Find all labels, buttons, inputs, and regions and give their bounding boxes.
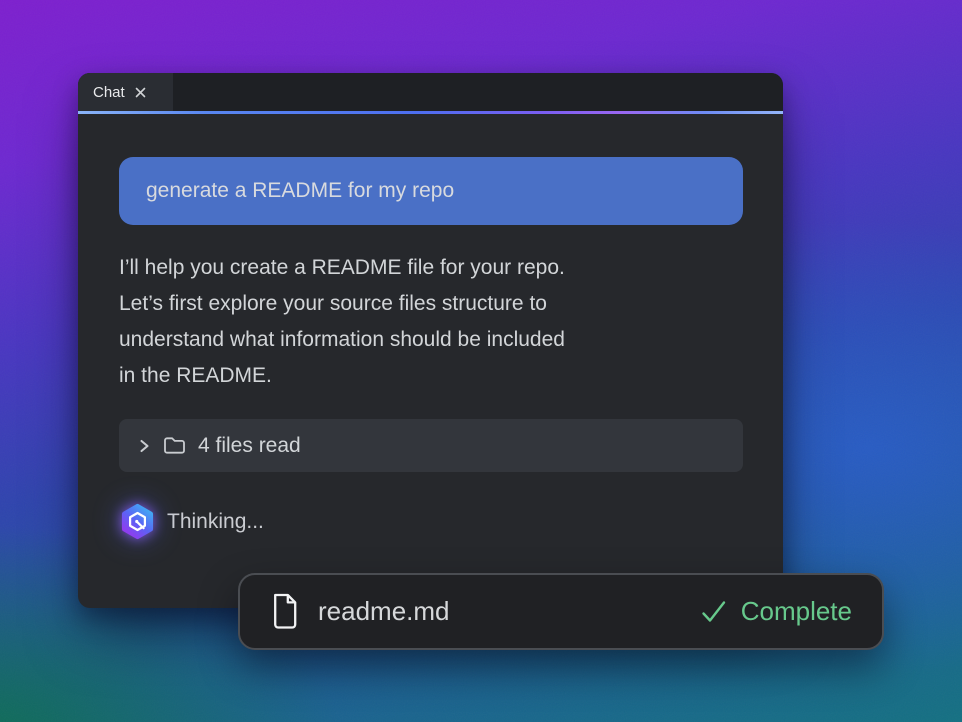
files-read-expander[interactable]: 4 files read [119, 419, 743, 472]
status-complete-label: Complete [741, 596, 852, 627]
assistant-message-line: understand what information should be in… [119, 322, 742, 358]
user-message-bubble: generate a README for my repo [119, 157, 743, 225]
desktop-background: Chat generate a README for my repo I’ll … [0, 0, 962, 722]
checkmark-icon [700, 599, 728, 625]
files-read-label: 4 files read [198, 434, 301, 458]
user-message-text: generate a README for my repo [146, 179, 454, 203]
tab-bar: Chat [78, 73, 783, 111]
assistant-message-line: in the README. [119, 358, 742, 394]
tab-chat-label: Chat [93, 84, 125, 101]
filename-label: readme.md [318, 596, 450, 627]
assistant-message: I’ll help you create a README file for y… [119, 250, 742, 394]
chat-body: generate a README for my repo I’ll help … [78, 111, 783, 540]
assistant-message-line: I’ll help you create a README file for y… [119, 250, 742, 286]
accent-gradient-line [78, 111, 783, 114]
chevron-right-icon [137, 438, 151, 454]
document-icon [270, 593, 299, 630]
close-icon[interactable] [134, 86, 147, 99]
assistant-hexagon-logo-icon [119, 503, 156, 540]
thinking-status: Thinking... [119, 503, 742, 540]
chat-window: Chat generate a README for my repo I’ll … [78, 73, 783, 608]
file-status-card: readme.md Complete [238, 573, 884, 650]
thinking-label: Thinking... [167, 510, 264, 534]
folder-icon [163, 436, 186, 455]
tab-chat[interactable]: Chat [78, 73, 173, 111]
assistant-message-line: Let’s first explore your source files st… [119, 286, 742, 322]
